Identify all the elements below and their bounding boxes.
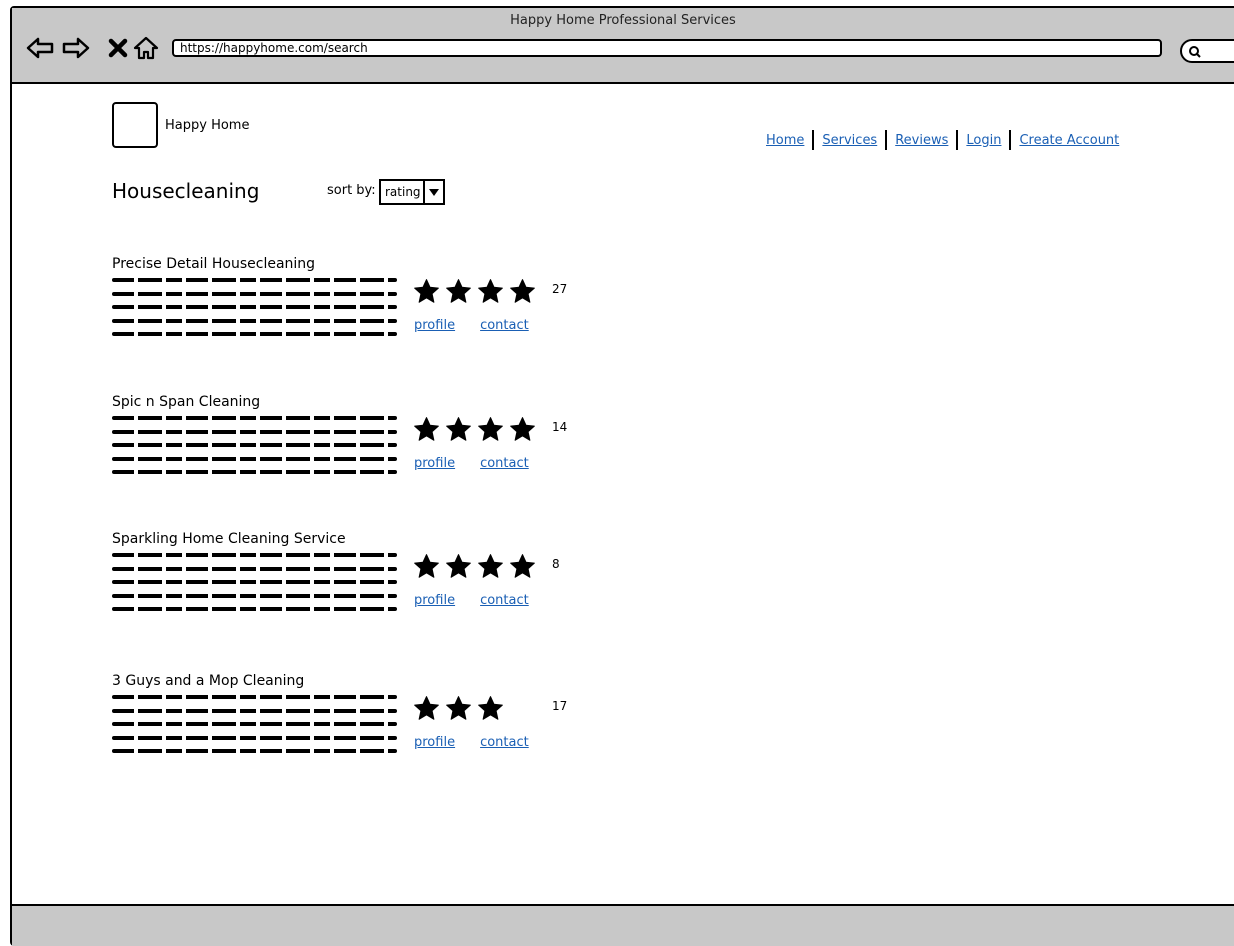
profile-link[interactable]: profile (414, 456, 455, 471)
listing-description-placeholder (112, 416, 397, 484)
listing-item: Precise Detail Housecleaning 27 profile … (112, 256, 712, 376)
close-x-icon[interactable] (104, 34, 132, 62)
listing-item: 3 Guys and a Mop Cleaning 17 profile con… (112, 673, 712, 793)
home-icon[interactable] (132, 34, 160, 62)
listing-item: Spic n Span Cleaning 14 profile contact (112, 394, 712, 514)
profile-link[interactable]: profile (414, 735, 455, 750)
review-count: 17 (552, 699, 568, 713)
star-icon (446, 417, 471, 441)
star-icon (510, 554, 535, 578)
contact-link[interactable]: contact (480, 456, 529, 471)
star-icon (478, 696, 503, 720)
listing-name: Sparkling Home Cleaning Service (112, 531, 346, 547)
rating-stars (413, 278, 536, 305)
star-icon (446, 554, 471, 578)
review-count: 14 (552, 420, 568, 434)
star-icon (414, 279, 439, 303)
rating-stars (413, 553, 536, 580)
browser-chrome: Happy Home Professional Services https:/… (12, 8, 1234, 84)
listing-description-placeholder (112, 278, 397, 346)
listing-name: Spic n Span Cleaning (112, 394, 261, 410)
profile-link[interactable]: profile (414, 318, 455, 333)
search-icon (1188, 44, 1202, 63)
profile-link[interactable]: profile (414, 593, 455, 608)
star-icon (478, 279, 503, 303)
listing-name: Precise Detail Housecleaning (112, 256, 316, 272)
star-icon (510, 279, 535, 303)
page-title: Housecleaning (112, 179, 260, 203)
listing-description-placeholder (112, 553, 397, 621)
back-arrow-icon[interactable] (26, 34, 54, 62)
listing-item: Sparkling Home Cleaning Service 8 profil… (112, 531, 712, 651)
browser-window: Happy Home Professional Services https:/… (10, 6, 1234, 946)
star-icon (414, 417, 439, 441)
listing-description-placeholder (112, 695, 397, 763)
nav-link-login[interactable]: Login (958, 133, 1009, 148)
top-navigation: Home Services Reviews Login Create Accou… (758, 130, 1127, 150)
nav-link-reviews[interactable]: Reviews (887, 133, 956, 148)
forward-arrow-icon[interactable] (62, 34, 90, 62)
nav-link-home[interactable]: Home (758, 133, 812, 148)
chevron-down-icon[interactable] (423, 181, 443, 203)
nav-link-services[interactable]: Services (814, 133, 885, 148)
star-icon (478, 417, 503, 441)
browser-status-bar (12, 904, 1234, 946)
window-title: Happy Home Professional Services (510, 13, 736, 28)
contact-link[interactable]: contact (480, 318, 529, 333)
listing-name: 3 Guys and a Mop Cleaning (112, 673, 305, 689)
sort-label: sort by: (327, 183, 376, 198)
review-count: 8 (552, 557, 560, 571)
star-icon (510, 417, 535, 441)
sort-dropdown[interactable]: rating (379, 179, 445, 205)
logo-placeholder[interactable] (112, 102, 158, 148)
star-icon (446, 696, 471, 720)
star-icon (414, 696, 439, 720)
star-icon (414, 554, 439, 578)
review-count: 27 (552, 282, 568, 296)
rating-stars (413, 695, 504, 722)
rating-stars (413, 416, 536, 443)
site-name: Happy Home (165, 118, 250, 133)
sort-selected-value: rating (385, 185, 421, 199)
address-bar[interactable]: https://happyhome.com/search (172, 39, 1162, 57)
contact-link[interactable]: contact (480, 593, 529, 608)
contact-link[interactable]: contact (480, 735, 529, 750)
star-icon (446, 279, 471, 303)
browser-search-field[interactable] (1180, 39, 1234, 63)
nav-link-create-account[interactable]: Create Account (1011, 133, 1127, 148)
star-icon (478, 554, 503, 578)
